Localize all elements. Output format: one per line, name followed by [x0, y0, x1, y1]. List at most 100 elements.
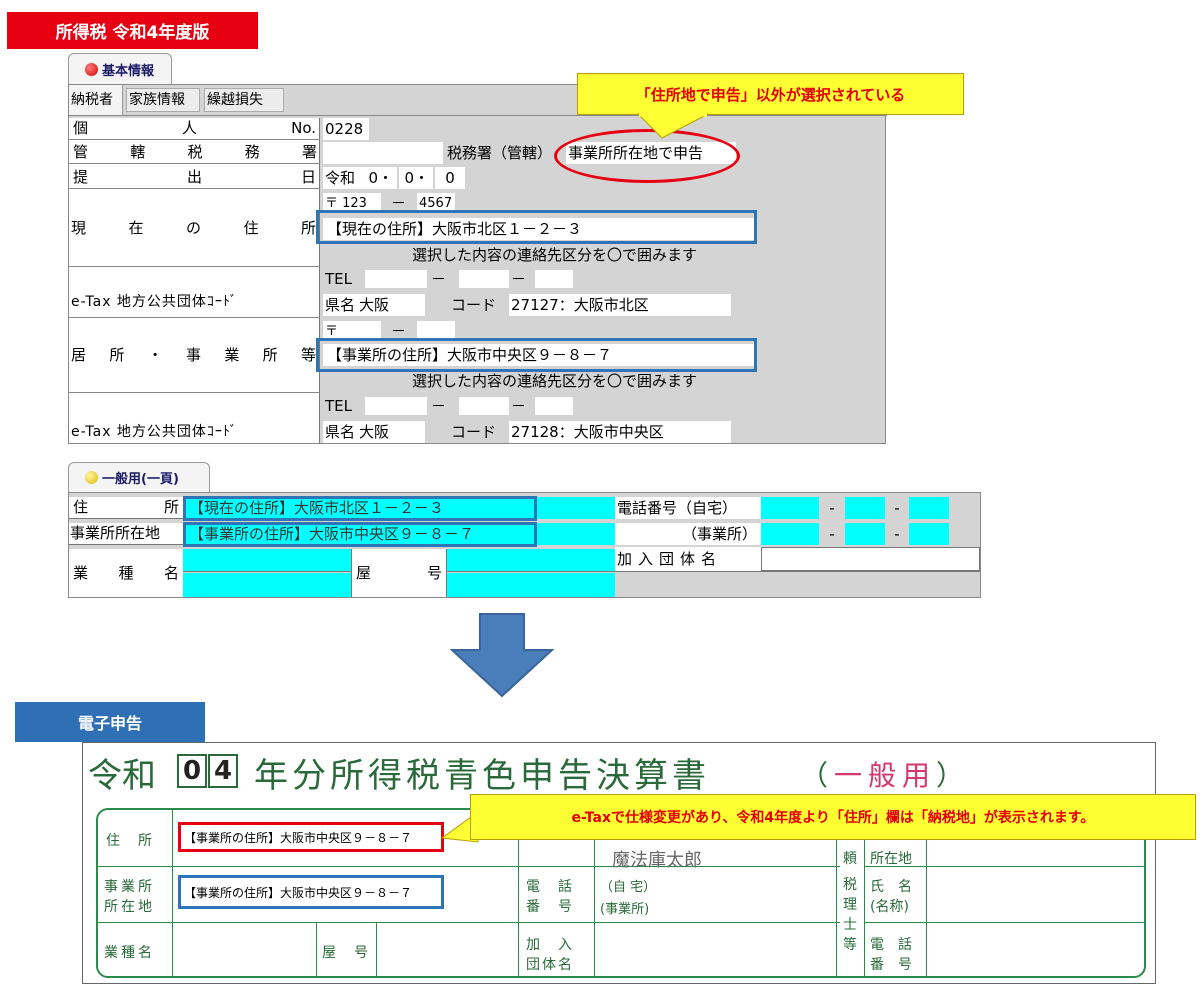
paren-close: ）: [936, 759, 971, 792]
tel2-dash2: －: [511, 397, 527, 415]
pref1-value[interactable]: 大阪: [359, 294, 425, 316]
ky7: 等: [300, 346, 316, 364]
kojin-ko: 個: [73, 119, 89, 137]
contact-note-2: 選択した内容の連絡先区分を〇で囲みます: [412, 371, 698, 390]
subtab-kazoku[interactable]: 家族情報: [126, 88, 200, 112]
k1: 管: [73, 143, 89, 161]
section-header-shotokuzei: 所得税 令和4年度版: [7, 12, 258, 49]
code1-label: コード: [451, 295, 497, 314]
form-label-shimei-1: 氏 名: [870, 879, 912, 895]
ippan-yago-input-2[interactable]: [447, 573, 615, 597]
paren-text: 一般用: [834, 759, 937, 792]
form-label-shi: 士: [843, 917, 857, 933]
tel2-part2[interactable]: [459, 397, 509, 415]
year-value: 0: [368, 168, 378, 187]
kihon-panel: 納税者 家族情報 繰越損失 個 人 No. 0228 管 轄 税 務 署 税務署（管轄） 事…: [68, 84, 887, 444]
tel2-label: TEL: [325, 396, 352, 415]
year-input[interactable]: 0 ・: [363, 167, 397, 189]
kankatsu-input[interactable]: [323, 142, 443, 164]
tab-ippan[interactable]: 一般用(一頁): [68, 462, 210, 492]
ippan-gyoshu-input-2[interactable]: [183, 573, 351, 597]
form-label-kanyu-2: 団体名: [526, 957, 574, 973]
ig2: 種: [118, 563, 134, 582]
form-label-kanyu-1: 加 入: [526, 937, 574, 953]
form-label-ri: 理: [843, 897, 857, 913]
label-kankatsu: 管轄税務署: [69, 142, 320, 164]
form-label-jigyosho-2: 所在地: [104, 899, 155, 915]
ky1: 居: [71, 346, 87, 364]
tab-kihon-joho[interactable]: 基本情報: [68, 53, 172, 84]
ippan-tel-office-2[interactable]: [845, 523, 885, 545]
label-kyosho: 居 所 ・ 事 業 所 等: [69, 319, 320, 393]
ippan-tel-home-dash2: -: [894, 498, 900, 517]
highlight-address1: [316, 210, 757, 244]
highlight-ippan-jigyosho: [183, 522, 537, 547]
g3: の: [185, 219, 201, 237]
ky5: 業: [224, 346, 240, 364]
callout-top-pointer: [636, 113, 709, 139]
g4: 住: [243, 219, 259, 237]
form-label-denwa-1: 電 話: [526, 879, 574, 895]
form-hline-2: [97, 922, 840, 923]
form-label-denwa-2: 番 号: [526, 899, 574, 915]
pref1-label: 県名: [323, 294, 359, 316]
ippan-label-tel-office: （事業所）: [615, 523, 761, 545]
form-year-box-2: 4: [208, 754, 238, 788]
k5: 署: [301, 143, 317, 161]
subtab-nozeisha[interactable]: 納税者: [69, 85, 123, 115]
pref2-value[interactable]: 大阪: [359, 421, 425, 443]
ky6: 所: [262, 346, 278, 364]
code1-value[interactable]: 27127：大阪市北区: [509, 294, 731, 316]
ippan-label-gyoshu: 業種名: [69, 549, 183, 597]
kojin-no-text: No.: [291, 119, 316, 137]
ippan-tel-home-2[interactable]: [845, 497, 885, 519]
ippan-tel-office-3[interactable]: [909, 523, 949, 545]
ippan-tel-office-1[interactable]: [761, 523, 819, 545]
form-vline-3: [376, 923, 377, 976]
t3: 日: [300, 168, 316, 186]
tel2-dash1: －: [431, 397, 447, 415]
label-etax-1: e-Tax 地方公共団体ｺｰﾄﾞ: [69, 268, 320, 318]
label-genzai-jusho: 現在の住所: [69, 191, 320, 267]
code2-value[interactable]: 27128：大阪市中央区: [509, 421, 731, 443]
form-label-gyoshu: 業種名: [104, 945, 155, 961]
down-arrow-icon: [450, 613, 555, 698]
form-label-shozaichi: 所在地: [870, 851, 912, 867]
ippan-tel-home-1[interactable]: [761, 497, 819, 519]
ippan-tel-home-dash1: -: [829, 498, 835, 517]
form-label-zei: 税: [843, 877, 857, 893]
contact-note-1: 選択した内容の連絡先区分を〇で囲みます: [412, 245, 698, 264]
kojin-no-value[interactable]: 0228: [323, 118, 369, 140]
tel2-part3[interactable]: [535, 397, 573, 415]
iy2: 号: [426, 563, 442, 582]
month-input[interactable]: 0 ・: [399, 167, 433, 189]
ippan-gyoshu-input-1[interactable]: [183, 549, 351, 572]
ippan-yago-input-1[interactable]: [447, 549, 615, 572]
form-label-yago: 屋 号: [322, 945, 370, 961]
label-teishutsu: 提出日: [69, 167, 320, 189]
highlight-address2: [316, 338, 757, 372]
tel1-part1[interactable]: [365, 270, 427, 288]
label-kojin-no: 個 人 No.: [69, 118, 320, 140]
ig1: 業: [73, 563, 89, 582]
label-etax-2: e-Tax 地方公共団体ｺｰﾄﾞ: [71, 424, 238, 440]
day-input[interactable]: 0: [435, 167, 465, 189]
ij1: 住: [73, 498, 89, 516]
form-label-denwa2-1: 電 話: [870, 937, 912, 953]
form-vline-2: [316, 923, 317, 976]
ij2: 所: [163, 498, 179, 516]
red-dot-icon: [85, 62, 98, 76]
ippan-label-tel-home: 電話番号（自宅）: [615, 497, 761, 519]
tel1-label: TEL: [325, 269, 352, 288]
form-label-shimei-2: (名称): [870, 899, 909, 915]
tel1-part3[interactable]: [535, 270, 573, 288]
ippan-kanyu-input[interactable]: [761, 547, 980, 571]
ippan-label-jusho: 住所: [69, 497, 183, 519]
month-value: 0: [404, 168, 414, 187]
ippan-tel-home-3[interactable]: [909, 497, 949, 519]
subtab-bar-divider: [69, 115, 887, 116]
g2: 在: [128, 219, 144, 237]
tel1-part2[interactable]: [459, 270, 509, 288]
tel2-part1[interactable]: [365, 397, 427, 415]
subtab-kurikoshi[interactable]: 繰越損失: [204, 88, 284, 112]
